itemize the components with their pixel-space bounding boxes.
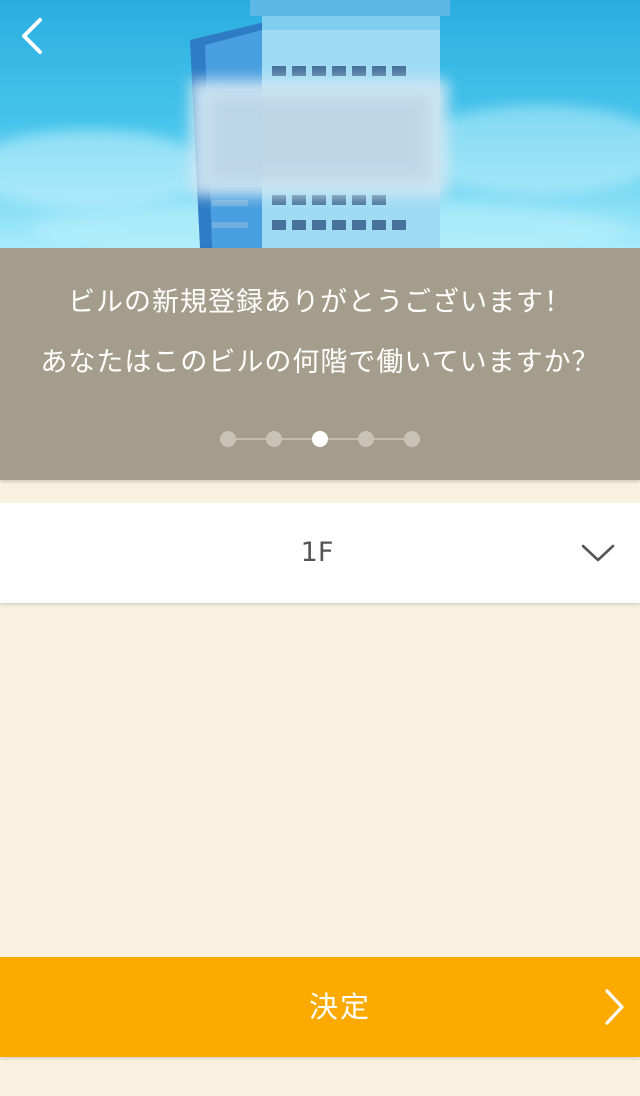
submit-button[interactable]: 決定 [0, 957, 640, 1057]
step-indicator [220, 428, 424, 450]
step-dot [358, 431, 374, 447]
message-panel: ビルの新規登録ありがとうございます！ あなたはこのビルの何階で働いていますか？ [0, 248, 640, 480]
back-button[interactable] [14, 14, 54, 58]
submit-label: 決定 [308, 990, 371, 1024]
welcome-message: ビルの新規登録ありがとうございます！ [68, 287, 572, 318]
step-dot [220, 431, 236, 447]
step-dot [266, 431, 282, 447]
chevron-right-icon [605, 989, 624, 1025]
chevron-down-icon [581, 544, 615, 562]
floor-question: あなたはこのビルの何階で働いていますか？ [40, 347, 600, 378]
chevron-left-icon [22, 18, 42, 54]
step-dot [404, 431, 420, 447]
floor-value: 1F [300, 537, 334, 568]
header-image [0, 0, 640, 248]
floor-select[interactable]: 1F [0, 503, 640, 603]
building-illustration [0, 0, 640, 248]
step-dot-active [312, 431, 328, 447]
